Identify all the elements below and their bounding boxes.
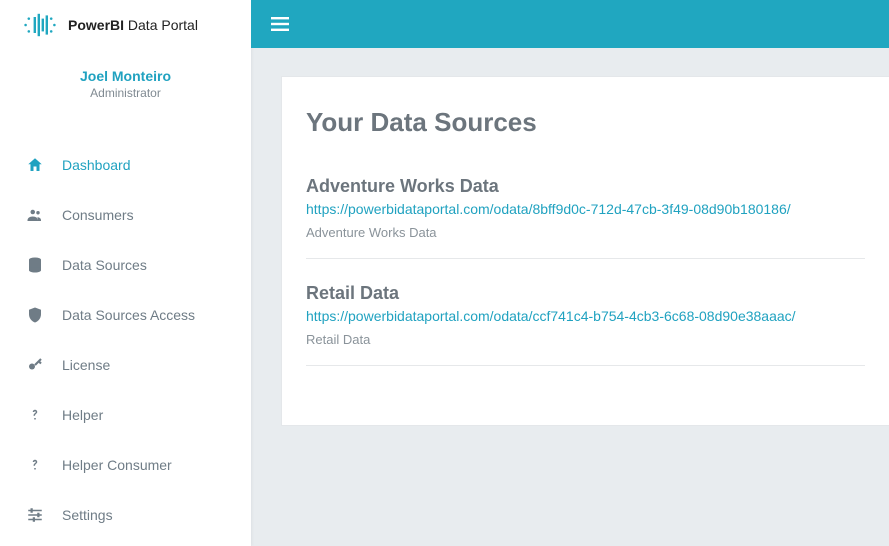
sliders-icon <box>26 506 44 524</box>
nav-license[interactable]: License <box>0 340 251 390</box>
nav-dashboard[interactable]: Dashboard <box>0 140 251 190</box>
nav-data-sources[interactable]: Data Sources <box>0 240 251 290</box>
nav-label: Settings <box>62 507 113 523</box>
topbar <box>251 0 889 48</box>
content: Your Data Sources Adventure Works Data h… <box>251 48 889 426</box>
home-icon <box>26 156 44 174</box>
nav-helper-consumer[interactable]: Helper Consumer <box>0 440 251 490</box>
card: Your Data Sources Adventure Works Data h… <box>281 76 889 426</box>
data-source-item: Retail Data https://powerbidataportal.co… <box>306 283 865 366</box>
data-source-url[interactable]: https://powerbidataportal.com/odata/ccf7… <box>306 308 796 324</box>
nav-label: License <box>62 357 110 373</box>
nav: Dashboard Consumers Data Sources Data So… <box>0 140 251 540</box>
question-icon <box>26 456 44 474</box>
nav-data-sources-access[interactable]: Data Sources Access <box>0 290 251 340</box>
user-role: Administrator <box>10 86 241 100</box>
nav-consumers[interactable]: Consumers <box>0 190 251 240</box>
data-source-subtitle: Adventure Works Data <box>306 225 865 240</box>
brand-logo-icon <box>24 10 56 40</box>
nav-settings[interactable]: Settings <box>0 490 251 540</box>
users-icon <box>26 206 44 224</box>
nav-label: Dashboard <box>62 157 131 173</box>
nav-label: Consumers <box>62 207 134 223</box>
main: Your Data Sources Adventure Works Data h… <box>251 0 889 546</box>
data-source-item: Adventure Works Data https://powerbidata… <box>306 176 865 259</box>
question-icon <box>26 406 44 424</box>
nav-helper[interactable]: Helper <box>0 390 251 440</box>
nav-label: Data Sources <box>62 257 147 273</box>
page-title: Your Data Sources <box>306 107 865 138</box>
nav-label: Helper <box>62 407 103 423</box>
data-source-title: Retail Data <box>306 283 865 304</box>
brand-title: PowerBI Data Portal <box>68 17 198 33</box>
nav-label: Data Sources Access <box>62 307 195 323</box>
data-source-subtitle: Retail Data <box>306 332 865 347</box>
user-name[interactable]: Joel Monteiro <box>10 68 241 84</box>
data-source-title: Adventure Works Data <box>306 176 865 197</box>
nav-label: Helper Consumer <box>62 457 172 473</box>
hamburger-icon[interactable] <box>271 16 289 32</box>
brand: PowerBI Data Portal <box>0 0 251 50</box>
key-icon <box>26 356 44 374</box>
data-source-url[interactable]: https://powerbidataportal.com/odata/8bff… <box>306 201 791 217</box>
user-block: Joel Monteiro Administrator <box>0 50 251 114</box>
database-icon <box>26 256 44 274</box>
sidebar: PowerBI Data Portal Joel Monteiro Admini… <box>0 0 251 546</box>
shield-icon <box>26 306 44 324</box>
